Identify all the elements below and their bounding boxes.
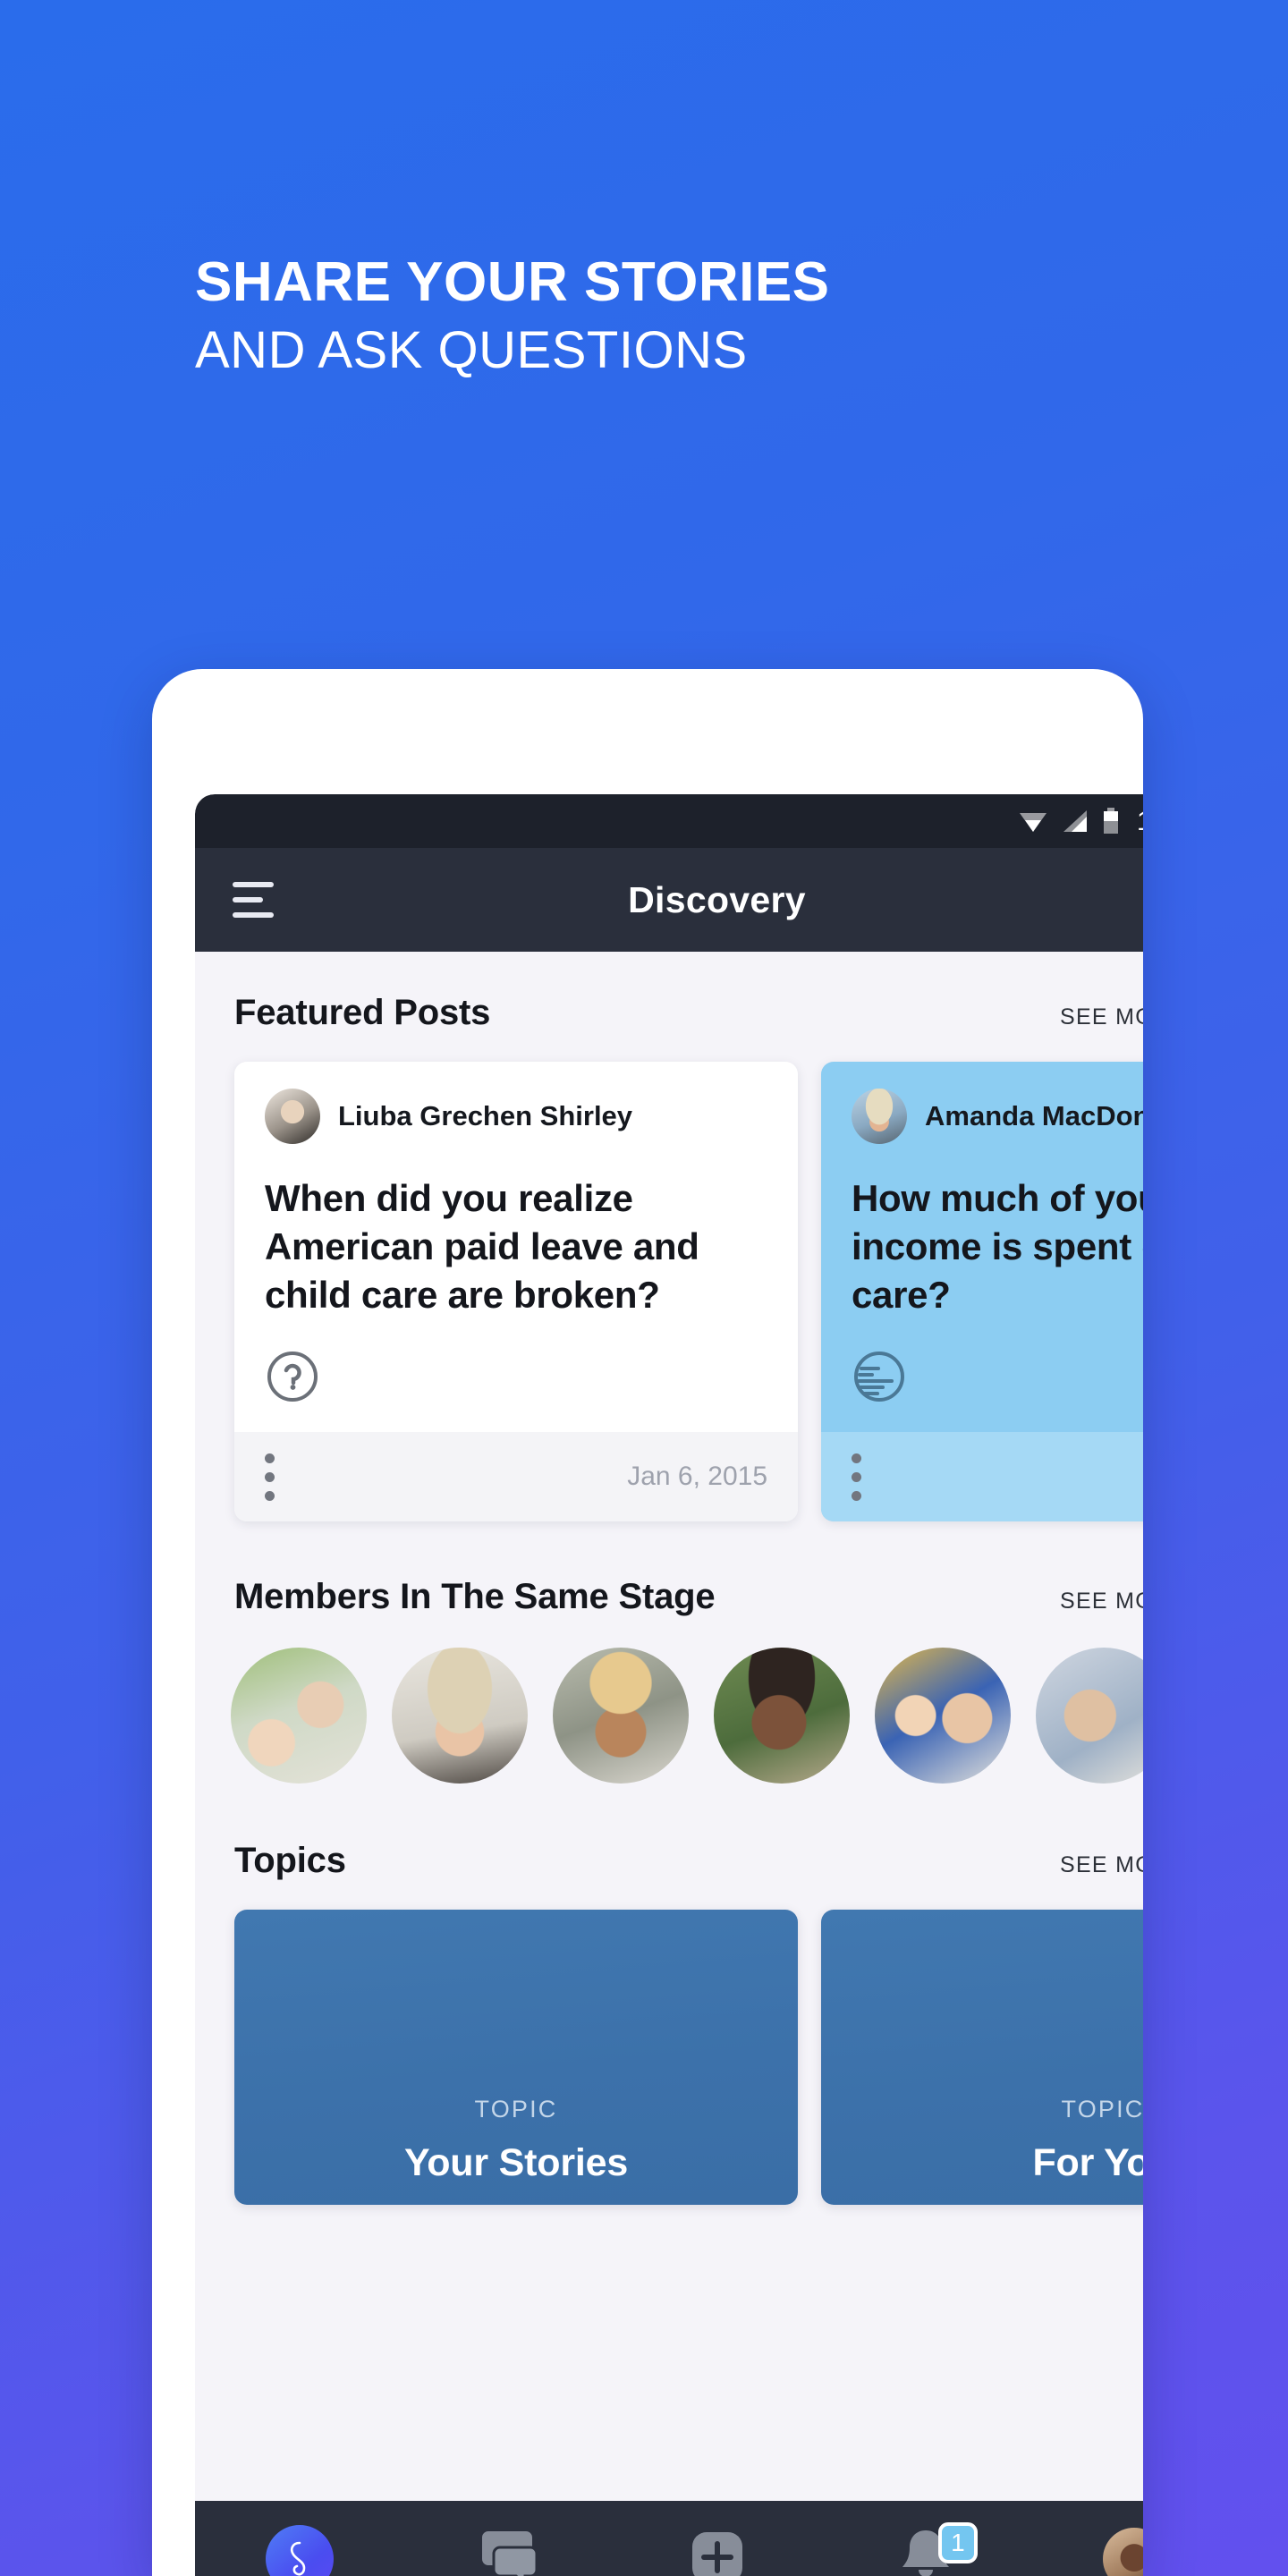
post-question: When did you realize American paid leave… [265, 1177, 699, 1316]
discovery-content: Featured Posts SEE MORE› Liuba Grechen S… [195, 993, 1143, 2576]
status-bar: 12:00 [195, 794, 1143, 848]
promo-headline-secondary: AND ASK QUESTIONS [195, 321, 748, 379]
nav-item-messages[interactable] [403, 2501, 612, 2576]
topic-kicker: TOPIC [1061, 2096, 1143, 2123]
nav-item-home[interactable] [195, 2501, 403, 2576]
member-avatar[interactable] [553, 1648, 689, 1784]
poll-circle-icon [852, 1349, 1143, 1409]
featured-posts-title: Featured Posts [234, 993, 491, 1032]
nav-item-create[interactable] [613, 2501, 821, 2576]
member-avatar[interactable] [231, 1648, 367, 1784]
nav-item-notifications[interactable]: 1 [821, 2501, 1030, 2576]
author-name: Liuba Grechen Shirley [338, 1100, 633, 1131]
topic-name: For You [1032, 2141, 1143, 2185]
promo-headline-primary: SHARE YOUR STORIES [195, 251, 830, 313]
status-bar-clock: 12:00 [1137, 805, 1143, 837]
post-card-footer [821, 1432, 1143, 1522]
battery-icon [1103, 808, 1119, 835]
member-avatar[interactable] [392, 1648, 528, 1784]
question-circle-icon [265, 1349, 767, 1409]
see-more-label: SEE MORE [1059, 1852, 1143, 1878]
notification-badge: 1 [937, 2522, 978, 2563]
topic-kicker: TOPIC [474, 2096, 558, 2123]
author-name: Amanda MacDonald [925, 1100, 1143, 1131]
see-more-label: SEE MORE [1059, 1004, 1143, 1030]
bottom-navigation-bar: 1 [195, 2501, 1143, 2576]
see-more-label: SEE MORE [1059, 1589, 1143, 1614]
featured-post-card[interactable]: Liuba Grechen Shirley When did you reali… [234, 1062, 798, 1522]
post-author[interactable]: Amanda MacDonald [852, 1089, 1143, 1144]
topics-carousel[interactable]: TOPIC Your Stories TOPIC For You [195, 1910, 1143, 2206]
members-carousel[interactable] [195, 1648, 1143, 1784]
plus-square-icon [689, 2529, 746, 2576]
author-avatar [265, 1089, 320, 1144]
post-author[interactable]: Liuba Grechen Shirley [265, 1089, 767, 1144]
topics-header: Topics SEE MORE› [195, 1841, 1143, 1881]
cellular-signal-icon [1062, 809, 1089, 833]
members-title: Members In The Same Stage [234, 1577, 716, 1617]
post-card-footer: Jan 6, 2015 [234, 1432, 798, 1522]
page-title: Discovery [628, 878, 806, 920]
topic-card[interactable]: TOPIC Your Stories [234, 1910, 798, 2206]
more-vertical-icon[interactable] [265, 1453, 275, 1501]
post-date: Jan 6, 2015 [627, 1462, 767, 1492]
topic-card[interactable]: TOPIC For You [821, 1910, 1143, 2206]
post-card-body: Amanda MacDonald How much of your monthl… [821, 1062, 1143, 1432]
chat-bubbles-icon [476, 2528, 540, 2576]
member-avatar[interactable] [875, 1648, 1011, 1784]
author-avatar [852, 1089, 907, 1144]
featured-posts-header: Featured Posts SEE MORE› [195, 993, 1143, 1033]
members-see-more[interactable]: SEE MORE› [1060, 1589, 1143, 1614]
featured-posts-see-more[interactable]: SEE MORE› [1060, 1004, 1143, 1030]
post-card-body: Liuba Grechen Shirley When did you reali… [234, 1062, 798, 1432]
post-question: How much of your monthly income is spent… [852, 1177, 1143, 1316]
more-vertical-icon[interactable] [852, 1453, 861, 1501]
phone-screen: 12:00 Discovery Featured Posts SEE MORE› [195, 794, 1143, 2576]
promo-headline: SHARE YOUR STORIES AND ASK QUESTIONS [195, 255, 1179, 377]
phone-mockup: 12:00 Discovery Featured Posts SEE MORE› [152, 669, 1143, 2576]
members-header: Members In The Same Stage SEE MORE› [195, 1577, 1143, 1617]
member-avatar[interactable] [714, 1648, 850, 1784]
app-bar: Discovery [195, 848, 1143, 952]
app-logo-icon [265, 2525, 334, 2576]
topics-see-more[interactable]: SEE MORE› [1060, 1852, 1143, 1878]
profile-avatar-icon [1103, 2528, 1143, 2576]
wifi-icon [1019, 809, 1047, 833]
featured-posts-carousel[interactable]: Liuba Grechen Shirley When did you reali… [195, 1062, 1143, 1522]
topics-title: Topics [234, 1841, 346, 1881]
nav-item-profile[interactable] [1030, 2501, 1143, 2576]
topic-name: Your Stories [403, 2141, 629, 2185]
member-avatar[interactable] [1036, 1648, 1143, 1784]
hamburger-menu-icon[interactable] [233, 882, 274, 918]
featured-post-card[interactable]: Amanda MacDonald How much of your monthl… [821, 1062, 1143, 1522]
